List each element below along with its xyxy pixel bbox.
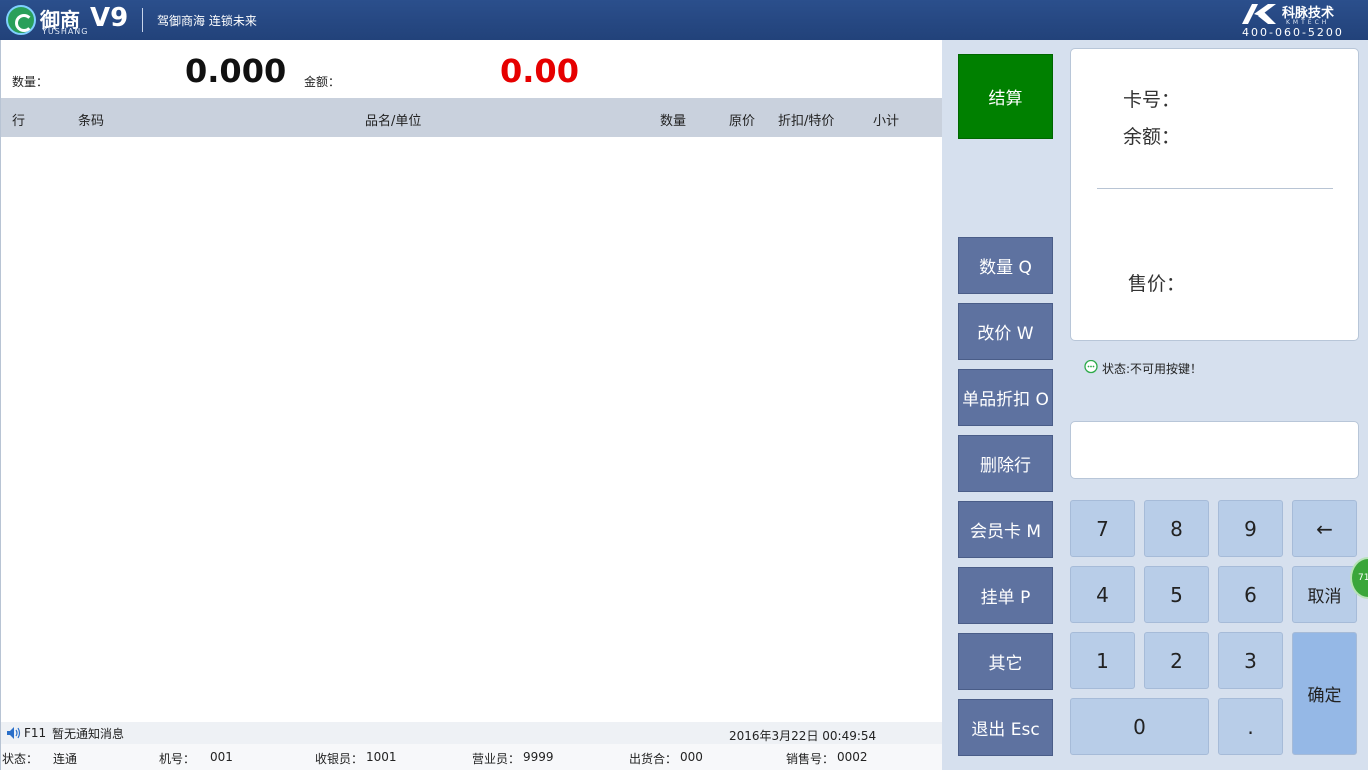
- info-divider: [1097, 188, 1333, 189]
- drawer-value: 000: [680, 750, 703, 764]
- keypad-input[interactable]: [1070, 421, 1359, 479]
- member-card-button[interactable]: 会员卡 M: [958, 501, 1053, 558]
- current-datetime: 2016年3月22日 00:49:54: [729, 729, 877, 743]
- card-number-label: 卡号：: [1123, 89, 1181, 111]
- support-phone: 400-060-5200: [1242, 26, 1344, 39]
- clerk-value: 9999: [523, 750, 554, 764]
- sale-price-label: 售价：: [1128, 273, 1186, 295]
- key-1[interactable]: 1: [1070, 632, 1135, 689]
- column-header-discount: 折扣/特价: [778, 114, 835, 129]
- chat-bubble-icon: [1084, 360, 1098, 374]
- partner-name-en: KMTECH: [1286, 19, 1330, 26]
- column-header-qty: 数量: [660, 114, 687, 129]
- total-amount-value: 0.00: [500, 52, 579, 90]
- info-status-bar: 状态： 连通 机号： 001 收银员： 1001 营业员： 9999 出货合： …: [1, 744, 943, 770]
- yushang-logo-icon: [6, 5, 36, 35]
- item-discount-button[interactable]: 单品折扣 O: [958, 369, 1053, 426]
- total-qty-label: 数量：: [12, 75, 49, 89]
- cancel-key[interactable]: 取消: [1292, 566, 1357, 623]
- slogan: 驾御商海 连锁未来: [157, 14, 257, 28]
- drawer-label: 出货合：: [629, 752, 678, 766]
- sale-no-label: 销售号：: [786, 752, 835, 766]
- machine-label: 机号：: [159, 752, 196, 766]
- speaker-icon[interactable]: [7, 727, 21, 739]
- key-9[interactable]: 9: [1218, 500, 1283, 557]
- clerk-label: 营业员：: [472, 752, 521, 766]
- brand-version: V9: [90, 3, 129, 33]
- sales-pane: 数量： 0.000 金额： 0.00 行 条码 品名/单位 数量 原价 折扣/特…: [0, 40, 943, 770]
- balance-label: 余额：: [1123, 126, 1181, 148]
- key-8[interactable]: 8: [1144, 500, 1209, 557]
- key-0[interactable]: 0: [1070, 698, 1209, 755]
- key-5[interactable]: 5: [1144, 566, 1209, 623]
- notice-hotkey: F11: [24, 726, 47, 740]
- total-amount-label: 金额：: [304, 75, 341, 89]
- confirm-key[interactable]: 确定: [1292, 632, 1357, 755]
- member-info-panel: 卡号： 余额： 售价：: [1070, 48, 1359, 341]
- key-2[interactable]: 2: [1144, 632, 1209, 689]
- backspace-key[interactable]: ←: [1292, 500, 1357, 557]
- hold-order-button[interactable]: 挂单 P: [958, 567, 1053, 624]
- sales-table-header: 行 条码 品名/单位 数量 原价 折扣/特价 小计: [1, 98, 943, 137]
- delete-row-button[interactable]: 删除行: [958, 435, 1053, 492]
- kmtech-logo-icon: [1242, 4, 1276, 24]
- cashier-value: 1001: [366, 750, 397, 764]
- key-3[interactable]: 3: [1218, 632, 1283, 689]
- key-7[interactable]: 7: [1070, 500, 1135, 557]
- key-status-message: 状态:不可用按键！: [1102, 362, 1203, 376]
- quantity-button[interactable]: 数量 Q: [958, 237, 1053, 294]
- checkout-button[interactable]: 结算: [958, 54, 1053, 139]
- column-header-name-unit: 品名/单位: [365, 114, 422, 129]
- brand-name-en: YUSHANG: [42, 27, 89, 36]
- cashier-label: 收银员：: [315, 752, 364, 766]
- key-4[interactable]: 4: [1070, 566, 1135, 623]
- column-header-barcode: 条码: [78, 114, 105, 129]
- total-qty-value: 0.000: [185, 52, 287, 90]
- decimal-key[interactable]: .: [1218, 698, 1283, 755]
- other-button[interactable]: 其它: [958, 633, 1053, 690]
- operation-pane: 结算 数量 Q 改价 W 单品折扣 O 删除行 会员卡 M 挂单 P 其它 退出…: [942, 40, 1368, 770]
- column-header-price: 原价: [729, 114, 756, 129]
- machine-value: 001: [210, 750, 233, 764]
- notice-bar: F11 暂无通知消息 2016年3月22日 00:49:54: [1, 722, 943, 744]
- column-header-row: 行: [12, 114, 26, 129]
- notice-text: 暂无通知消息: [52, 727, 125, 741]
- state-value: 连通: [53, 752, 78, 766]
- key-6[interactable]: 6: [1218, 566, 1283, 623]
- header-divider: [142, 8, 143, 32]
- state-label: 状态：: [2, 752, 39, 766]
- title-bar: 御商 YUSHANG V9 驾御商海 连锁未来 科脉技术 KMTECH 400-…: [0, 0, 1368, 40]
- sale-no-value: 0002: [837, 750, 868, 764]
- column-header-subtotal: 小计: [873, 114, 900, 129]
- sales-table-body[interactable]: [1, 137, 943, 721]
- change-price-button[interactable]: 改价 W: [958, 303, 1053, 360]
- exit-button[interactable]: 退出 Esc: [958, 699, 1053, 756]
